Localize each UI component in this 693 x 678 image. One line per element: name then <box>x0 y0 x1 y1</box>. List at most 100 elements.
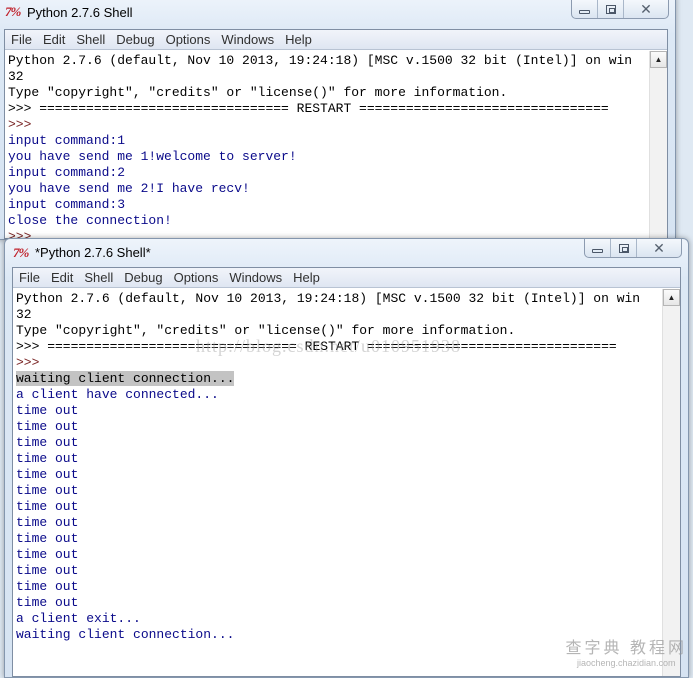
restore-icon <box>618 243 629 253</box>
output-line-text: time out <box>16 403 79 418</box>
output-line-text: time out <box>16 579 79 594</box>
output-line: waiting client connection... <box>16 627 662 643</box>
output-line-text: Type "copyright", "credits" or "license(… <box>8 85 508 100</box>
menu-debug[interactable]: Debug <box>122 270 169 285</box>
output-line-text: a client exit... <box>16 611 141 626</box>
minimize-button[interactable] <box>572 0 598 18</box>
output-line-text: Python 2.7.6 (default, Nov 10 2013, 19:2… <box>16 291 641 306</box>
output-line-text: close the connection! <box>8 213 172 228</box>
output-line-text: a client have connected... <box>16 387 219 402</box>
output-line: time out <box>16 595 662 611</box>
menu-bar: File Edit Shell Debug Options Windows Help <box>5 30 667 50</box>
output-line: a client have connected... <box>16 387 662 403</box>
output-line: you have send me 2!I have recv! <box>8 181 649 197</box>
menu-bar: File Edit Shell Debug Options Windows Help <box>13 268 680 288</box>
menu-shell[interactable]: Shell <box>82 270 120 285</box>
menu-shell[interactable]: Shell <box>74 32 112 47</box>
output-line: you have send me 1!welcome to server! <box>8 149 649 165</box>
output-line: >>> <box>8 117 649 133</box>
output-line: >>> <box>8 229 649 238</box>
menu-windows[interactable]: Windows <box>227 270 289 285</box>
output-line: waiting client connection... <box>16 371 662 387</box>
output-line-text: waiting client connection... <box>16 371 235 386</box>
output-line-text: waiting client connection... <box>16 627 235 642</box>
output-line-text: >>> ================================ RES… <box>16 339 617 354</box>
output-line-text: input command:2 <box>8 165 126 180</box>
maximize-button[interactable] <box>611 239 637 257</box>
menu-file[interactable]: File <box>17 270 47 285</box>
menu-help[interactable]: Help <box>283 32 319 47</box>
output-line: input command:1 <box>8 133 649 149</box>
menu-edit[interactable]: Edit <box>49 270 80 285</box>
output-line-text: input command:3 <box>8 197 126 212</box>
output-line: time out <box>16 515 662 531</box>
arrow-up-icon: ▲ <box>667 293 676 302</box>
output-line: time out <box>16 403 662 419</box>
menu-edit[interactable]: Edit <box>41 32 72 47</box>
shell-output[interactable]: Python 2.7.6 (default, Nov 10 2013, 19:2… <box>5 51 649 238</box>
output-line: time out <box>16 419 662 435</box>
menu-options[interactable]: Options <box>164 32 218 47</box>
restore-icon <box>605 4 616 14</box>
output-line: time out <box>16 563 662 579</box>
output-line: close the connection! <box>8 213 649 229</box>
close-button[interactable]: ✕ <box>624 0 668 18</box>
output-line-text: 32 <box>16 307 32 322</box>
output-line-text: time out <box>16 419 79 434</box>
output-line-text: time out <box>16 531 79 546</box>
output-line-text: Python 2.7.6 (default, Nov 10 2013, 19:2… <box>8 53 633 68</box>
output-line-text: >>> ================================ RES… <box>8 101 609 116</box>
close-button[interactable]: ✕ <box>637 239 681 257</box>
output-line: >>> ================================ RES… <box>16 339 662 355</box>
output-line-text: time out <box>16 563 79 578</box>
output-line-text: time out <box>16 451 79 466</box>
output-line-text: >>> <box>8 229 40 238</box>
output-line-text: >>> <box>8 117 40 132</box>
minimize-icon <box>592 248 603 253</box>
close-icon: ✕ <box>640 0 652 17</box>
maximize-button[interactable] <box>598 0 624 18</box>
output-line-text: time out <box>16 467 79 482</box>
menu-debug[interactable]: Debug <box>114 32 161 47</box>
shell-window-back[interactable]: 7% Python 2.7.6 Shell ✕ File Edit Shell Deb… <box>0 0 676 240</box>
shell-window-front[interactable]: 7% *Python 2.7.6 Shell* ✕ File Edit Shell D… <box>4 238 689 678</box>
output-line: time out <box>16 435 662 451</box>
output-line-text: you have send me 1!welcome to server! <box>8 149 297 164</box>
output-line-text: you have send me 2!I have recv! <box>8 181 250 196</box>
output-line-text: time out <box>16 595 79 610</box>
output-line-text: time out <box>16 483 79 498</box>
output-line-text: 32 <box>8 69 24 84</box>
output-line-text: >>> <box>16 355 48 370</box>
arrow-up-icon: ▲ <box>654 55 663 64</box>
output-line-text: time out <box>16 499 79 514</box>
menu-windows[interactable]: Windows <box>219 32 281 47</box>
output-line: a client exit... <box>16 611 662 627</box>
output-line-text: time out <box>16 515 79 530</box>
output-line: input command:3 <box>8 197 649 213</box>
output-line: time out <box>16 451 662 467</box>
output-line: input command:2 <box>8 165 649 181</box>
python-idle-icon: 7% <box>13 244 29 260</box>
output-line: >>> <box>16 355 662 371</box>
output-line-text: input command:1 <box>8 133 126 148</box>
output-line-text: time out <box>16 435 79 450</box>
minimize-icon <box>579 9 590 14</box>
vertical-scrollbar[interactable]: ▲ <box>649 51 667 238</box>
vertical-scrollbar[interactable]: ▲ <box>662 289 680 676</box>
minimize-button[interactable] <box>585 239 611 257</box>
menu-options[interactable]: Options <box>172 270 226 285</box>
window-title: Python 2.7.6 Shell <box>27 4 133 20</box>
output-line: Python 2.7.6 (default, Nov 10 2013, 19:2… <box>8 53 649 69</box>
shell-output[interactable]: Python 2.7.6 (default, Nov 10 2013, 19:2… <box>13 289 662 676</box>
window-controls: ✕ <box>571 0 669 19</box>
menu-file[interactable]: File <box>9 32 39 47</box>
scroll-up-button[interactable]: ▲ <box>663 289 680 306</box>
output-line: 32 <box>16 307 662 323</box>
scroll-up-button[interactable]: ▲ <box>650 51 667 68</box>
output-line-text: time out <box>16 547 79 562</box>
window-controls: ✕ <box>584 239 682 258</box>
output-line: time out <box>16 483 662 499</box>
menu-help[interactable]: Help <box>291 270 327 285</box>
close-icon: ✕ <box>653 239 665 256</box>
output-line: >>> ================================ RES… <box>8 101 649 117</box>
